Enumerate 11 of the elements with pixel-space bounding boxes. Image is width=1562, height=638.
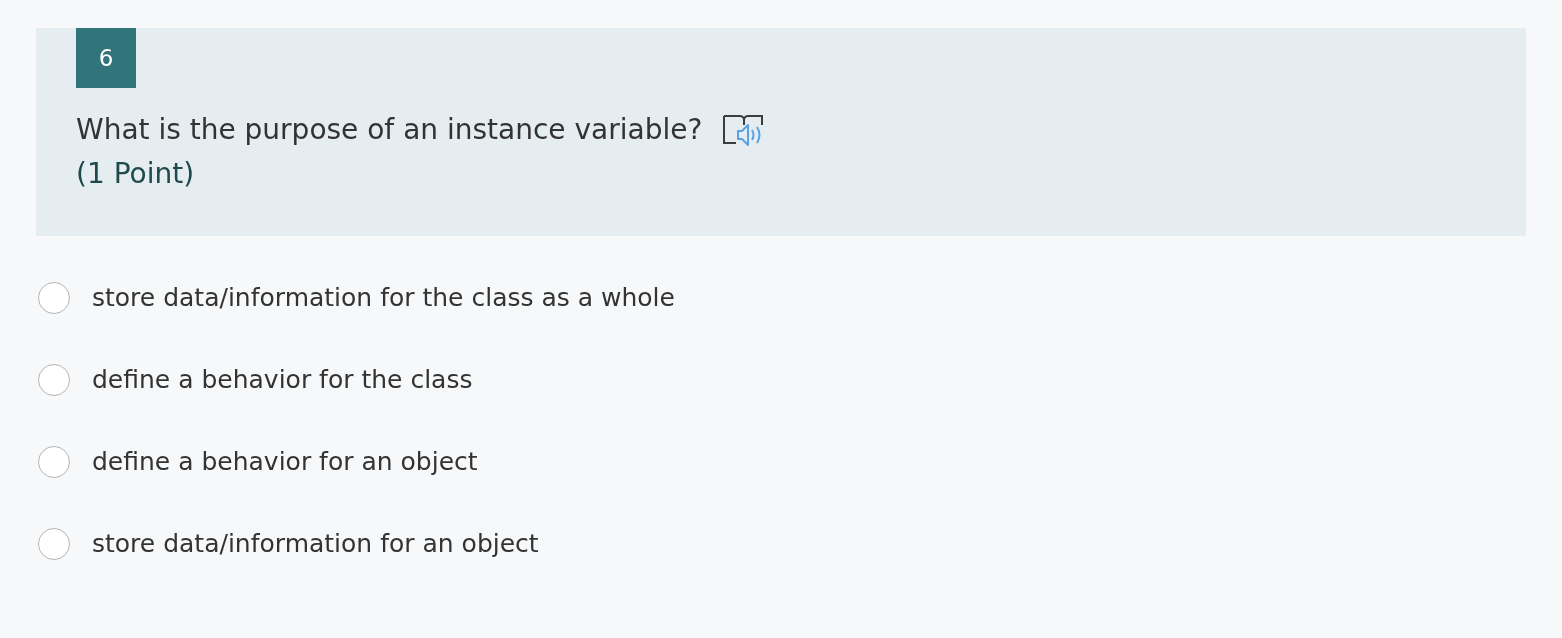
option-label[interactable]: define a behavior for an object (92, 443, 478, 481)
radio-button[interactable] (38, 364, 70, 396)
radio-button[interactable] (38, 282, 70, 314)
radio-button[interactable] (38, 446, 70, 478)
question-points: (1 Point) (76, 156, 195, 192)
option-label[interactable]: store data/information for the class as a whole (92, 279, 675, 317)
option-label[interactable]: define a behavior for the class (92, 361, 473, 399)
question-number: 6 (76, 28, 136, 88)
radio-button[interactable] (38, 528, 70, 560)
question-text: What is the purpose of an instance variable? (76, 112, 703, 148)
option-label[interactable]: store data/information for an object (92, 525, 539, 563)
